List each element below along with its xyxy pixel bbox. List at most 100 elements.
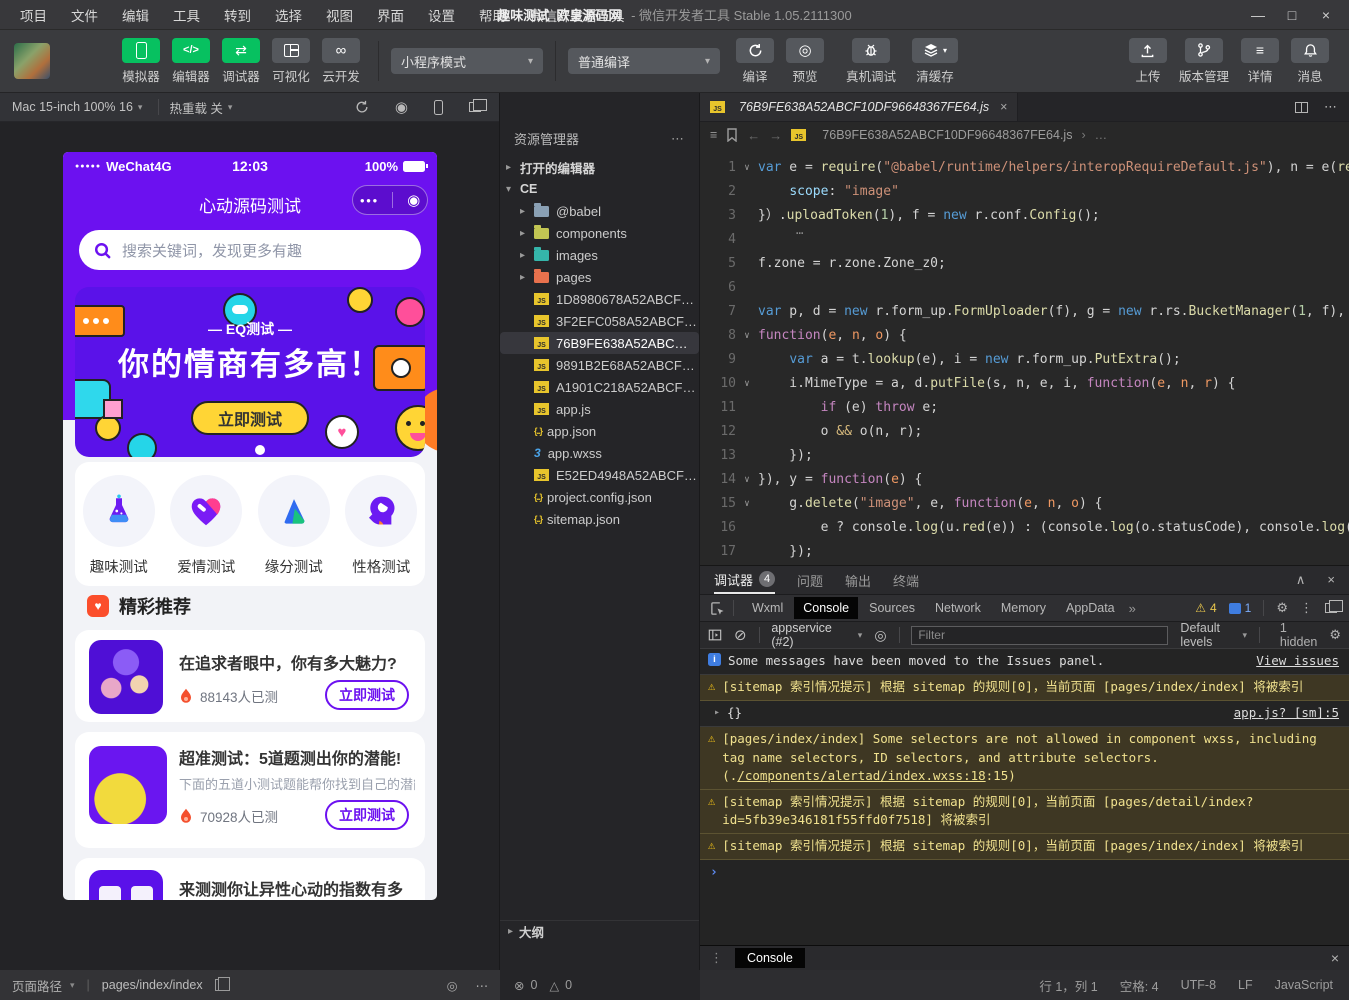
panel-tab-终端[interactable]: 终端 bbox=[893, 566, 919, 594]
search-input[interactable]: 搜索关键词，发现更多有趣 bbox=[79, 230, 421, 270]
compile-button[interactable]: 编译 bbox=[736, 38, 774, 85]
tree-item-components[interactable]: ▸components bbox=[500, 222, 699, 244]
devtools-tab-sources[interactable]: Sources bbox=[860, 597, 924, 619]
editor-more-icon[interactable]: ⋯ bbox=[1324, 99, 1337, 115]
cloud-dev-button[interactable]: ∞ 云开发 bbox=[322, 38, 360, 85]
eq-test-banner[interactable]: ♥ — EQ测试 — 你的情商有多高！ 立即测试 bbox=[75, 287, 425, 457]
compile-mode-select[interactable]: 普通编译▾ bbox=[568, 48, 720, 74]
upload-button[interactable]: 上传 bbox=[1129, 38, 1167, 85]
fold-ellipsis[interactable]: ⋯ bbox=[796, 226, 803, 240]
code-line[interactable]: 11 if (e) throw e; bbox=[700, 396, 1349, 420]
close-tab-icon[interactable]: × bbox=[1000, 100, 1007, 114]
category-性格测试[interactable]: 性格测试 bbox=[345, 475, 417, 586]
simulator-toggle-button[interactable]: 模拟器 bbox=[122, 38, 160, 85]
warning-count[interactable]: ⚠4 bbox=[1195, 601, 1216, 615]
menu-item-文件[interactable]: 文件 bbox=[59, 5, 110, 25]
tree-item-3F2EFC058A52ABCF59...[interactable]: JS3F2EFC058A52ABCF59... bbox=[500, 310, 699, 332]
code-line[interactable]: 15∨ g.delete("image", e, function(e, n, … bbox=[700, 492, 1349, 516]
page-path-select[interactable]: 页面路径 bbox=[12, 976, 62, 995]
indentation[interactable]: 空格: 4 bbox=[1120, 976, 1159, 995]
tree-item-CE[interactable]: ▾CE bbox=[500, 178, 699, 200]
menu-item-帮助[interactable]: 帮助 bbox=[467, 5, 518, 25]
menu-item-界面[interactable]: 界面 bbox=[365, 5, 416, 25]
tree-item-project.config.json[interactable]: {..}project.config.json bbox=[500, 486, 699, 508]
devtools-tab-appdata[interactable]: AppData bbox=[1057, 597, 1124, 619]
code-line[interactable]: 16 e ? console.log(u.red(e)) : (console.… bbox=[700, 516, 1349, 540]
more-icon[interactable]: ●●● bbox=[360, 196, 379, 205]
log-levels-select[interactable]: Default levels▾ bbox=[1180, 621, 1247, 649]
popout-icon[interactable] bbox=[1325, 603, 1337, 613]
record-icon[interactable]: ◉ bbox=[395, 98, 408, 116]
mode-select[interactable]: 小程序模式▾ bbox=[391, 48, 543, 74]
settings-gear-icon[interactable]: ⚙ bbox=[1276, 600, 1288, 616]
tree-item-app.js[interactable]: JSapp.js bbox=[500, 398, 699, 420]
code-line[interactable]: 9 var a = t.lookup(e), i = new r.form_up… bbox=[700, 348, 1349, 372]
debugger-toggle-button[interactable]: ⇄ 调试器 bbox=[222, 38, 260, 85]
menu-item-视图[interactable]: 视图 bbox=[314, 5, 365, 25]
start-test-button[interactable]: 立即测试 bbox=[325, 680, 409, 710]
category-缘分测试[interactable]: 缘分测试 bbox=[258, 475, 330, 586]
close-drawer-icon[interactable]: × bbox=[1331, 950, 1339, 966]
close-circle-icon[interactable]: ◉ bbox=[407, 193, 420, 208]
code-line[interactable]: 3}）.uploadToken(1), f = new r.conf.Confi… bbox=[700, 204, 1349, 228]
code-line[interactable]: 8∨function(e, n, o) { bbox=[700, 324, 1349, 348]
tree-item-images[interactable]: ▸images bbox=[500, 244, 699, 266]
devtools-tab-network[interactable]: Network bbox=[926, 597, 990, 619]
encoding[interactable]: UTF-8 bbox=[1181, 978, 1216, 992]
code-line[interactable]: 2 scope: "image" bbox=[700, 180, 1349, 204]
console-settings-icon[interactable]: ⚙ bbox=[1329, 627, 1341, 643]
editor-toggle-button[interactable]: </> 编辑器 bbox=[172, 38, 210, 85]
hot-reload-toggle[interactable]: 热重载 关 bbox=[169, 98, 222, 117]
test-card[interactable]: 来测测你让异性心动的指数有多 bbox=[75, 858, 425, 900]
device-frame-icon[interactable] bbox=[434, 100, 443, 115]
code-line[interactable]: 6 bbox=[700, 276, 1349, 300]
code-line[interactable]: 14∨}), y = function(e) { bbox=[700, 468, 1349, 492]
outline-section[interactable]: ▸大纲 bbox=[500, 920, 699, 942]
live-expression-icon[interactable]: ◎ bbox=[874, 627, 886, 644]
tree-item-A1901C218A52ABCFC7...[interactable]: JSA1901C218A52ABCFC7... bbox=[500, 376, 699, 398]
tree-item-9891B2E68A52ABCFFE...[interactable]: JS9891B2E68A52ABCFFE... bbox=[500, 354, 699, 376]
panel-tab-输出[interactable]: 输出 bbox=[845, 566, 871, 594]
devtools-tab-wxml[interactable]: Wxml bbox=[743, 597, 792, 619]
category-趣味测试[interactable]: 趣味测试 bbox=[83, 475, 155, 586]
clear-console-icon[interactable]: ⊘ bbox=[734, 626, 747, 644]
forward-icon[interactable]: → bbox=[769, 128, 782, 143]
maximize-button[interactable]: □ bbox=[1277, 7, 1307, 23]
preview-button[interactable]: ◎ 预览 bbox=[786, 38, 824, 85]
menu-item-工具[interactable]: 工具 bbox=[161, 5, 212, 25]
code-area[interactable]: ⋯ 1∨var e = require("@babel/runtime/help… bbox=[700, 148, 1349, 565]
banner-test-button[interactable]: 立即测试 bbox=[191, 401, 309, 435]
inspect-icon[interactable] bbox=[710, 601, 725, 616]
footer-console-tab[interactable]: Console bbox=[735, 948, 805, 968]
drawer-menu-icon[interactable]: ⋮ bbox=[710, 950, 723, 966]
code-line[interactable]: 7var p, d = new r.form_up.FormUploader(f… bbox=[700, 300, 1349, 324]
eol-type[interactable]: LF bbox=[1238, 978, 1253, 992]
outline-icon[interactable]: ≡ bbox=[710, 128, 717, 142]
wechat-capsule[interactable]: ●●● ◉ bbox=[352, 185, 428, 215]
start-test-button[interactable]: 立即测试 bbox=[325, 800, 409, 830]
tree-item-pages[interactable]: ▸pages bbox=[500, 266, 699, 288]
tree-item-@babel[interactable]: ▸@babel bbox=[500, 200, 699, 222]
code-line[interactable]: 5f.zone = r.zone.Zone_z0; bbox=[700, 252, 1349, 276]
clear-cache-button[interactable]: ▾ 清缓存 bbox=[912, 38, 958, 85]
test-card[interactable]: 超准测试：5道题测出你的潜能!下面的五道小测试题能帮你找到自己的潜能...709… bbox=[75, 732, 425, 848]
code-line[interactable]: 1∨var e = require("@babel/runtime/helper… bbox=[700, 156, 1349, 180]
context-select[interactable]: appservice (#2)▾ bbox=[771, 621, 862, 649]
console-source-link[interactable]: app.js? [sm]:5 bbox=[1216, 704, 1339, 722]
editor-tab[interactable]: JS 76B9FE638A52ABCF10DF96648367FE64.js × bbox=[700, 93, 1018, 121]
more-actions-icon[interactable]: ⋯ bbox=[671, 131, 685, 147]
console-filter-input[interactable] bbox=[911, 626, 1168, 645]
bookmark-icon[interactable] bbox=[726, 128, 738, 142]
restart-icon[interactable] bbox=[355, 100, 369, 114]
tab-overflow-icon[interactable]: » bbox=[1129, 601, 1136, 616]
collapse-panel-icon[interactable]: ∧ bbox=[1296, 572, 1306, 588]
back-icon[interactable]: ← bbox=[747, 128, 760, 143]
menu-item-编辑[interactable]: 编辑 bbox=[110, 5, 161, 25]
details-button[interactable]: ≡ 详情 bbox=[1241, 38, 1279, 85]
close-panel-icon[interactable]: × bbox=[1327, 572, 1335, 588]
menu-item-设置[interactable]: 设置 bbox=[416, 5, 467, 25]
tree-item-E52ED4948A52ABCF83...[interactable]: JSE52ED4948A52ABCF83... bbox=[500, 464, 699, 486]
language-mode[interactable]: JavaScript bbox=[1275, 978, 1333, 992]
test-card[interactable]: 在追求者眼中，你有多大魅力?88143人已测立即测试 bbox=[75, 630, 425, 722]
code-line[interactable]: 10∨ i.MimeType = a, d.putFile(s, n, e, i… bbox=[700, 372, 1349, 396]
